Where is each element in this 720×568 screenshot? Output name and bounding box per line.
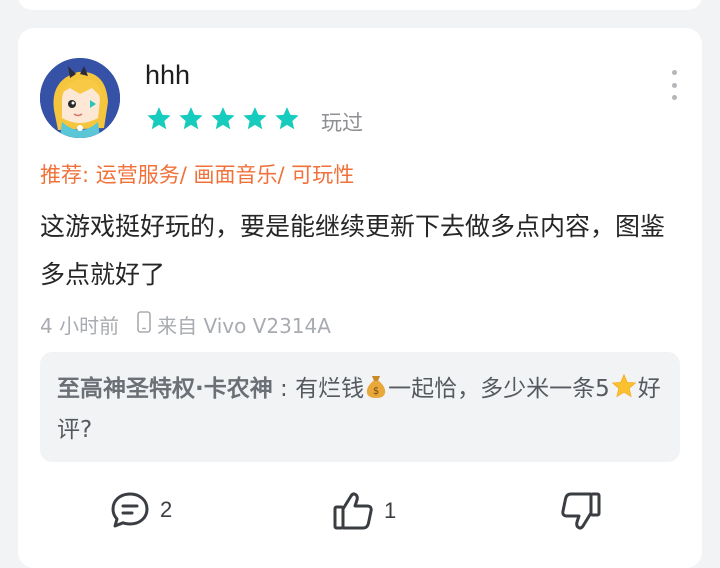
reply-text: 至高神圣特权·卡农神 : 有烂钱 $ 一起恰，多少米一条5 好评? [57, 370, 669, 449]
recommend-tags-text: 运营服务/ 画面音乐/ 可玩性 [95, 163, 355, 187]
reply-text-part2: 一起恰，多少米一条5 [388, 376, 610, 402]
username[interactable]: hhh [145, 60, 190, 91]
comment-button[interactable]: 2 [108, 490, 172, 530]
review-meta: 4 小时前 来自 Vivo V2314A [40, 310, 331, 339]
user-avatar[interactable] [40, 58, 120, 138]
review-device: 来自 Vivo V2314A [157, 314, 331, 338]
money-bag-icon: $ [364, 373, 388, 411]
comment-count: 2 [160, 497, 173, 522]
recommend-tags: 推荐: 运营服务/ 画面音乐/ 可玩性 [40, 159, 354, 189]
recommend-prefix: 推荐: [40, 163, 96, 187]
phone-icon [137, 311, 151, 338]
review-content: 这游戏挺好玩的，要是能继续更新下去做多点内容，图鉴多点就好了 [40, 212, 666, 289]
reply-author[interactable]: 至高神圣特权·卡农神 [57, 376, 273, 402]
star-icon [211, 107, 235, 130]
star-icon [275, 107, 299, 130]
thumbs-up-icon [333, 492, 373, 530]
more-dot [671, 95, 677, 100]
previous-card [18, 0, 702, 10]
rating-stars [145, 105, 301, 133]
reply-text-part1: 有烂钱 [295, 376, 365, 402]
star-icon [147, 107, 171, 130]
like-button[interactable]: 1 [332, 490, 396, 532]
like-count: 1 [384, 498, 397, 523]
more-dot [671, 70, 677, 75]
star-emoji-icon [610, 373, 638, 411]
star-icon [243, 107, 267, 130]
reply-separator: : [272, 376, 296, 402]
dislike-button[interactable] [558, 490, 602, 532]
more-dot [671, 82, 677, 88]
review-card: hhh 玩过 推荐: 运营服务/ 画面音乐/ 可玩性 这游戏挺好玩的，要是能继续… [18, 28, 702, 568]
star-icon [179, 107, 203, 130]
played-label: 玩过 [321, 111, 363, 135]
thumbs-down-icon [561, 492, 601, 530]
review-time: 4 小时前 [40, 314, 120, 338]
reply-box[interactable]: 至高神圣特权·卡农神 : 有烂钱 $ 一起恰，多少米一条5 好评? [40, 352, 680, 462]
more-options-icon[interactable] [666, 70, 682, 100]
comment-icon [111, 492, 149, 528]
svg-text:$: $ [373, 386, 379, 397]
